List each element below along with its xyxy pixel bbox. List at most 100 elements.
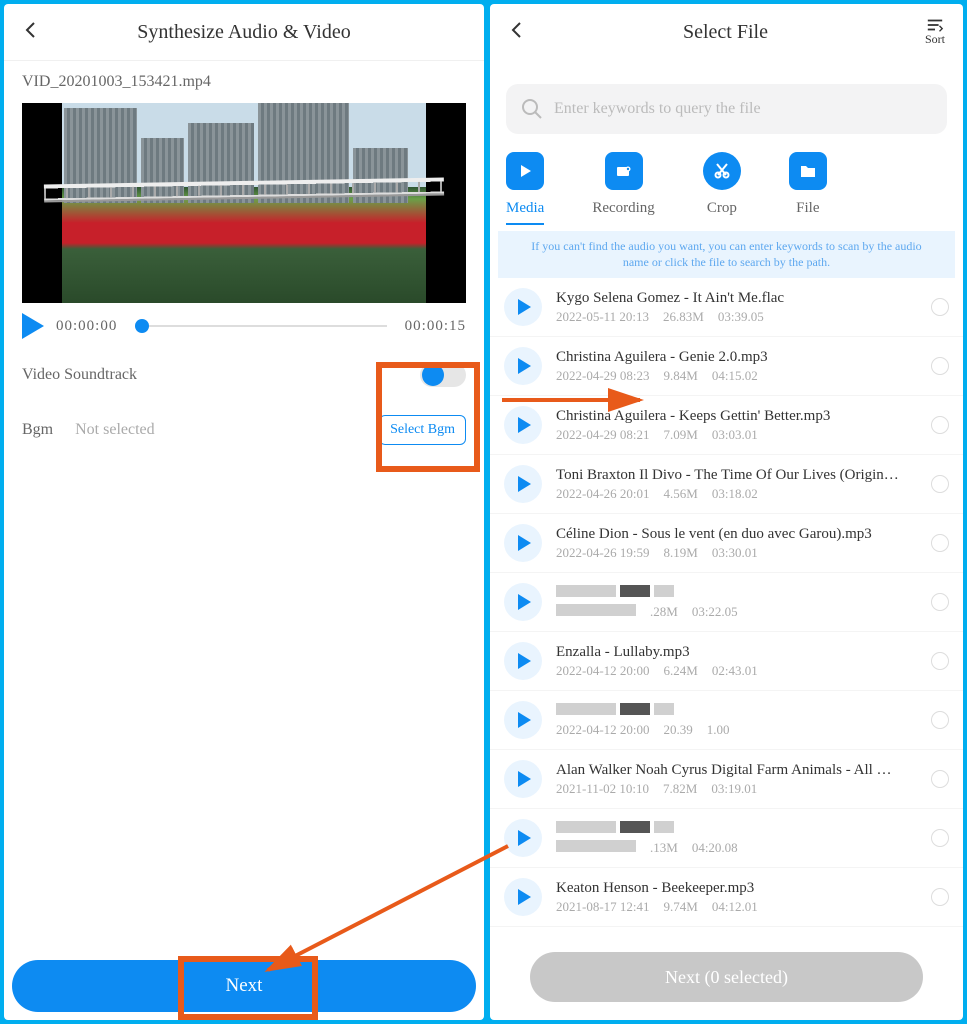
play-icon[interactable] — [504, 819, 542, 857]
list-item[interactable]: Alan Walker Noah Cyrus Digital Farm Anim… — [490, 750, 963, 809]
select-radio[interactable] — [931, 652, 949, 670]
select-radio[interactable] — [931, 888, 949, 906]
file-list: Kygo Selena Gomez - It Ain't Me.flac 2022… — [490, 278, 963, 1020]
back-icon[interactable] — [508, 19, 526, 45]
search-input[interactable] — [506, 84, 947, 134]
file-subtitle: 2021-11-02 10:107.82M03:19.01 — [556, 781, 917, 797]
file-meta: Céline Dion - Sous le vent (en duo avec … — [556, 526, 917, 561]
tab-label: Crop — [707, 200, 737, 223]
select-radio[interactable] — [931, 416, 949, 434]
soundtrack-toggle[interactable] — [420, 363, 466, 387]
next-selected-button[interactable]: Next (0 selected) — [530, 952, 923, 1002]
file-meta: Christina Aguilera - Genie 2.0.mp3 2022-0… — [556, 349, 917, 384]
file-subtitle: .13M04:20.08 — [556, 840, 917, 856]
tab-label: File — [796, 200, 819, 223]
file-meta: .13M04:20.08 — [556, 821, 917, 856]
file-meta: Enzalla - Lullaby.mp3 2022-04-12 20:006.2… — [556, 644, 917, 679]
sort-button[interactable]: Sort — [925, 18, 945, 47]
list-item[interactable]: Christina Aguilera - Keeps Gettin' Bette… — [490, 396, 963, 455]
file-meta: 2022-04-12 20:0020.391.00 — [556, 703, 917, 738]
tab-crop[interactable]: Crop — [703, 152, 741, 225]
list-item[interactable]: .28M03:22.05 — [490, 573, 963, 632]
bgm-label: Bgm — [22, 421, 53, 439]
file-title: Keaton Henson - Beekeeper.mp3 — [556, 880, 917, 897]
tab-label: Media — [506, 200, 544, 225]
list-item[interactable]: Kygo Selena Gomez - It Ain't Me.flac 2022… — [490, 278, 963, 337]
play-icon[interactable] — [504, 524, 542, 562]
file-subtitle: 2022-04-29 08:217.09M03:03.01 — [556, 427, 917, 443]
play-icon[interactable] — [504, 347, 542, 385]
page-title: Synthesize Audio & Video — [40, 21, 448, 44]
file-meta: .28M03:22.05 — [556, 585, 917, 620]
file-subtitle: 2022-04-26 20:014.56M03:18.02 — [556, 486, 917, 502]
file-title — [556, 821, 917, 838]
select-radio[interactable] — [931, 298, 949, 316]
page-title: Select File — [526, 21, 925, 44]
file-meta: Toni Braxton Il Divo - The Time Of Our L… — [556, 467, 917, 502]
list-item[interactable]: Keaton Henson - Beekeeper.mp3 2021-08-17 … — [490, 868, 963, 927]
file-meta: Kygo Selena Gomez - It Ain't Me.flac 2022… — [556, 290, 917, 325]
play-icon[interactable] — [504, 701, 542, 739]
select-radio[interactable] — [931, 475, 949, 493]
list-item[interactable]: .13M04:20.08 — [490, 809, 963, 868]
next-label: Next — [226, 975, 263, 997]
tab-media[interactable]: Media — [506, 152, 544, 225]
file-title: Toni Braxton Il Divo - The Time Of Our L… — [556, 467, 917, 484]
recording-icon — [605, 152, 643, 190]
select-radio[interactable] — [931, 357, 949, 375]
select-radio[interactable] — [931, 770, 949, 788]
file-subtitle: 2022-04-12 20:0020.391.00 — [556, 722, 917, 738]
list-item[interactable]: 2022-04-12 20:0020.391.00 — [490, 691, 963, 750]
select-radio[interactable] — [931, 593, 949, 611]
select-radio[interactable] — [931, 711, 949, 729]
play-icon[interactable] — [504, 583, 542, 621]
filename: VID_20201003_153421.mp4 — [4, 60, 484, 97]
play-icon[interactable] — [504, 406, 542, 444]
duration: 00:00:15 — [405, 318, 466, 335]
search-field[interactable] — [554, 100, 933, 118]
file-meta: Keaton Henson - Beekeeper.mp3 2021-08-17 … — [556, 880, 917, 915]
file-subtitle: 2022-04-12 20:006.24M02:43.01 — [556, 663, 917, 679]
play-icon[interactable] — [504, 760, 542, 798]
next-button[interactable]: Next — [12, 960, 476, 1012]
list-item[interactable]: Toni Braxton Il Divo - The Time Of Our L… — [490, 455, 963, 514]
crop-icon — [703, 152, 741, 190]
seek-slider[interactable] — [135, 325, 386, 327]
play-icon[interactable] — [504, 878, 542, 916]
play-icon[interactable] — [504, 642, 542, 680]
select-radio[interactable] — [931, 534, 949, 552]
play-icon[interactable] — [22, 313, 44, 339]
file-title: Céline Dion - Sous le vent (en duo avec … — [556, 526, 917, 543]
file-subtitle: 2022-04-29 08:239.84M04:15.02 — [556, 368, 917, 384]
media-icon — [506, 152, 544, 190]
file-subtitle: 2022-04-26 19:598.19M03:30.01 — [556, 545, 917, 561]
tab-recording[interactable]: Recording — [592, 152, 654, 225]
play-icon[interactable] — [504, 465, 542, 503]
list-item[interactable]: Enzalla - Lullaby.mp3 2022-04-12 20:006.2… — [490, 632, 963, 691]
select-radio[interactable] — [931, 829, 949, 847]
tab-label: Recording — [592, 200, 654, 223]
next-label: Next (0 selected) — [665, 967, 788, 988]
tab-file[interactable]: File — [789, 152, 827, 225]
file-title — [556, 703, 917, 720]
file-subtitle: .28M03:22.05 — [556, 604, 917, 620]
select-bgm-button[interactable]: Select Bgm — [379, 415, 466, 445]
file-title: Christina Aguilera - Genie 2.0.mp3 — [556, 349, 917, 366]
sort-label: Sort — [925, 32, 945, 47]
synthesize-pane: Synthesize Audio & Video VID_20201003_15… — [4, 4, 484, 1020]
file-subtitle: 2022-05-11 20:1326.83M03:39.05 — [556, 309, 917, 325]
file-meta: Christina Aguilera - Keeps Gettin' Bette… — [556, 408, 917, 443]
play-icon[interactable] — [504, 288, 542, 326]
list-item[interactable]: Céline Dion - Sous le vent (en duo avec … — [490, 514, 963, 573]
file-title: Christina Aguilera - Keeps Gettin' Bette… — [556, 408, 917, 425]
search-icon — [520, 97, 544, 121]
bgm-value: Not selected — [75, 421, 155, 439]
back-icon[interactable] — [22, 19, 40, 45]
hint-banner: If you can't find the audio you want, yo… — [498, 231, 955, 278]
file-subtitle: 2021-08-17 12:419.74M04:12.01 — [556, 899, 917, 915]
file-title: Enzalla - Lullaby.mp3 — [556, 644, 917, 661]
file-title: Kygo Selena Gomez - It Ain't Me.flac — [556, 290, 917, 307]
video-preview[interactable] — [22, 103, 466, 303]
list-item[interactable]: Christina Aguilera - Genie 2.0.mp3 2022-0… — [490, 337, 963, 396]
file-title: Alan Walker Noah Cyrus Digital Farm Anim… — [556, 762, 917, 779]
